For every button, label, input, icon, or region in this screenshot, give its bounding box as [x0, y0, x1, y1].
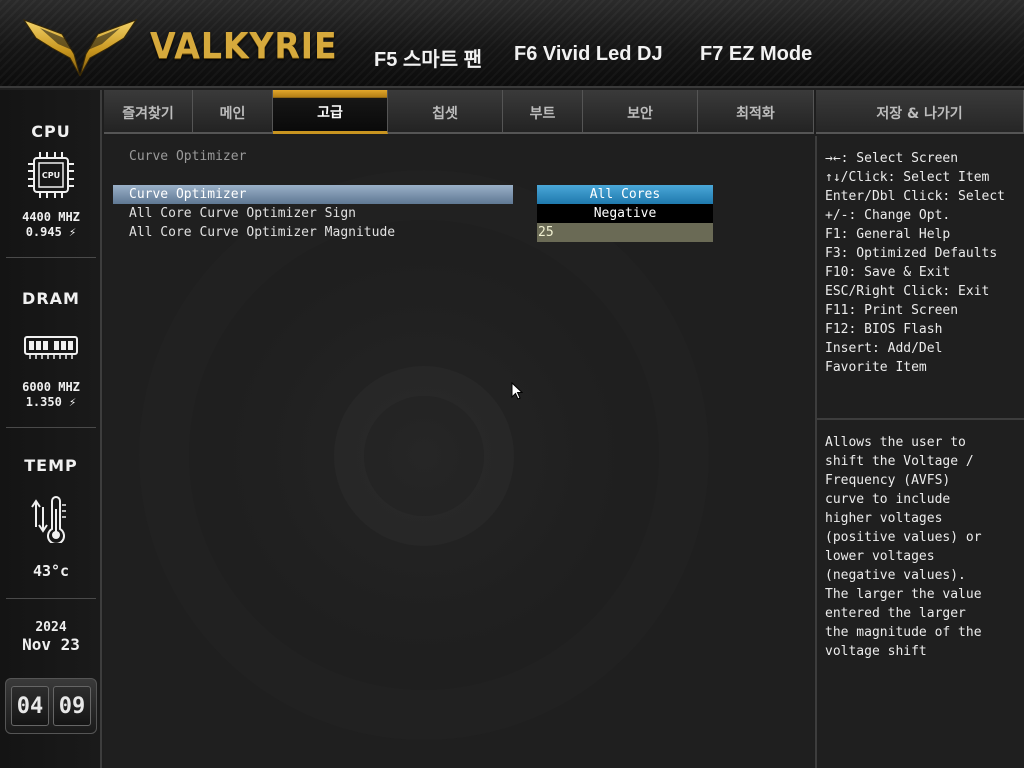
clock-hours: 04: [11, 686, 49, 726]
dram-title: DRAM: [22, 289, 80, 308]
thermometer-icon: [31, 496, 66, 543]
vivid-led-dj-f6-button[interactable]: F6 Vivid Led DJ: [514, 43, 663, 66]
tab-bar: 즐겨찾기 메인 고급 칩셋 부트 보안 최적화 저장 & 나가기: [104, 90, 1024, 134]
temp-title: TEMP: [24, 456, 78, 475]
ez-mode-f7-button[interactable]: F7 EZ Mode: [700, 43, 812, 66]
description-line: shift the Voltage /: [825, 454, 974, 469]
help-line: Enter/Dbl Click: Select: [825, 189, 1006, 204]
description-line: voltage shift: [825, 644, 927, 659]
tab-advanced[interactable]: 고급: [273, 90, 388, 134]
curve-optimizer-value[interactable]: All Cores: [537, 185, 713, 204]
valkyrie-wings-logo-icon: [22, 19, 138, 77]
cpu-chip-label: CPU: [42, 171, 60, 180]
smart-fan-f5-button[interactable]: F5 스마트 팬: [374, 43, 482, 72]
brand-logo-text: VALKYRIE: [150, 26, 338, 67]
help-line: +/-: Change Opt.: [825, 208, 951, 223]
dram-frequency: 6000 MHZ: [22, 380, 80, 394]
curve-optimizer-sign-value[interactable]: Negative: [537, 204, 713, 223]
help-panel: →←: Select Screen ↑↓/Click: Select Item …: [815, 136, 1024, 768]
clock-minutes: 09: [53, 686, 91, 726]
dram-module-icon: [24, 336, 78, 359]
help-line: F12: BIOS Flash: [825, 322, 943, 337]
setting-curve-optimizer[interactable]: Curve Optimizer: [113, 185, 513, 204]
description-line: the magnitude of the: [825, 625, 982, 640]
setting-curve-optimizer-sign[interactable]: All Core Curve Optimizer Sign: [113, 204, 513, 223]
tab-save-exit[interactable]: 저장 & 나가기: [816, 90, 1024, 134]
header-bar: VALKYRIE F5 스마트 팬 F6 Vivid Led DJ F7 EZ …: [0, 0, 1024, 88]
tab-main[interactable]: 메인: [193, 90, 273, 134]
setting-curve-optimizer-magnitude[interactable]: All Core Curve Optimizer Magnitude: [113, 223, 513, 242]
tab-security[interactable]: 보안: [583, 90, 698, 134]
cpu-voltage: 0.945 ⚡: [25, 225, 77, 239]
tab-tweaker[interactable]: 최적화: [698, 90, 814, 134]
description-line: The larger the value: [825, 587, 982, 602]
help-line: Favorite Item: [825, 360, 927, 375]
page-title: Curve Optimizer: [129, 149, 247, 164]
cpu-chip-icon: CPU: [28, 152, 74, 198]
tab-boot[interactable]: 부트: [503, 90, 583, 134]
description-line: entered the larger: [825, 606, 966, 621]
cpu-title: CPU: [31, 122, 71, 141]
help-line: ↑↓/Click: Select Item: [825, 170, 990, 185]
help-line: →←: Select Screen: [825, 151, 959, 166]
description-line: Allows the user to: [825, 435, 966, 450]
background-ring: [334, 366, 514, 546]
sidebar-divider: [6, 257, 96, 258]
description-line: (negative values).: [825, 568, 966, 583]
sidebar-divider: [6, 427, 96, 428]
description-line: higher voltages: [825, 511, 943, 526]
cpu-frequency: 4400 MHZ: [22, 210, 80, 224]
help-line: ESC/Right Click: Exit: [825, 284, 990, 299]
description-line: lower voltages: [825, 549, 935, 564]
setting-description: Allows the user to shift the Voltage / F…: [825, 433, 1021, 661]
key-help-list: →←: Select Screen ↑↓/Click: Select Item …: [825, 149, 1024, 377]
curve-optimizer-magnitude-input[interactable]: 25: [537, 223, 713, 242]
mouse-cursor-icon: [511, 382, 523, 400]
help-line: Insert: Add/Del: [825, 341, 943, 356]
help-line: F1: General Help: [825, 227, 951, 242]
help-line: F10: Save & Exit: [825, 265, 951, 280]
description-line: (positive values) or: [825, 530, 982, 545]
description-line: Frequency (AVFS): [825, 473, 951, 488]
description-line: curve to include: [825, 492, 951, 507]
temperature-value: 43°c: [32, 562, 70, 580]
dram-voltage: 1.350 ⚡: [25, 395, 77, 409]
help-divider: [817, 418, 1024, 420]
sidebar-divider: [6, 598, 96, 599]
system-info-sidebar: CPU CPU 4400 MHZ 0.945 ⚡ DRAM 6000 MHZ 1…: [0, 90, 102, 768]
help-line: F3: Optimized Defaults: [825, 246, 998, 261]
settings-panel: Curve Optimizer Curve Optimizer All Core…: [104, 136, 814, 768]
date-year: 2024: [35, 620, 67, 635]
tab-favorites[interactable]: 즐겨찾기: [104, 90, 193, 134]
date-day: Nov 23: [22, 635, 80, 654]
tab-chipset[interactable]: 칩셋: [388, 90, 503, 134]
help-line: F11: Print Screen: [825, 303, 959, 318]
digital-clock: 04 09: [5, 678, 97, 734]
